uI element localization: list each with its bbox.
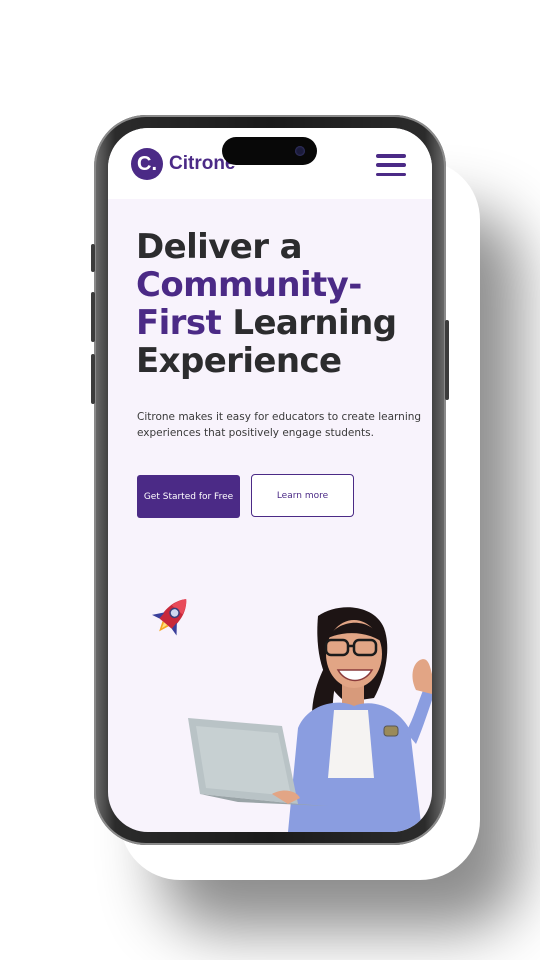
phone-side-button bbox=[91, 244, 95, 272]
menu-bar bbox=[376, 172, 406, 176]
menu-bar bbox=[376, 163, 406, 167]
brand-logo[interactable]: C. Citrone bbox=[131, 148, 236, 180]
camera-icon bbox=[295, 146, 305, 156]
hero-title-rest: Learning bbox=[232, 303, 397, 343]
hamburger-menu-icon[interactable] bbox=[376, 154, 406, 176]
dynamic-island bbox=[222, 137, 317, 165]
phone-power-button bbox=[445, 320, 449, 400]
phone-screen: C. Citrone Deliver a Community- First Le… bbox=[108, 128, 432, 832]
hero-title-accent-part2: First bbox=[136, 303, 222, 343]
get-started-button[interactable]: Get Started for Free bbox=[137, 475, 240, 518]
hero-title-line4: Experience bbox=[136, 341, 342, 381]
logo-mark-icon: C. bbox=[131, 148, 163, 180]
hero-title-line1: Deliver a bbox=[136, 227, 303, 267]
phone-volume-up-button bbox=[91, 292, 95, 342]
menu-bar bbox=[376, 154, 406, 158]
phone-volume-down-button bbox=[91, 354, 95, 404]
student-with-laptop-image bbox=[188, 607, 432, 832]
hero-title-accent-part1: Community- bbox=[136, 265, 362, 305]
learn-more-button[interactable]: Learn more bbox=[251, 474, 354, 517]
hero-title: Deliver a Community- First Learning Expe… bbox=[136, 228, 416, 380]
hero-description: Citrone makes it easy for educators to c… bbox=[137, 411, 422, 439]
